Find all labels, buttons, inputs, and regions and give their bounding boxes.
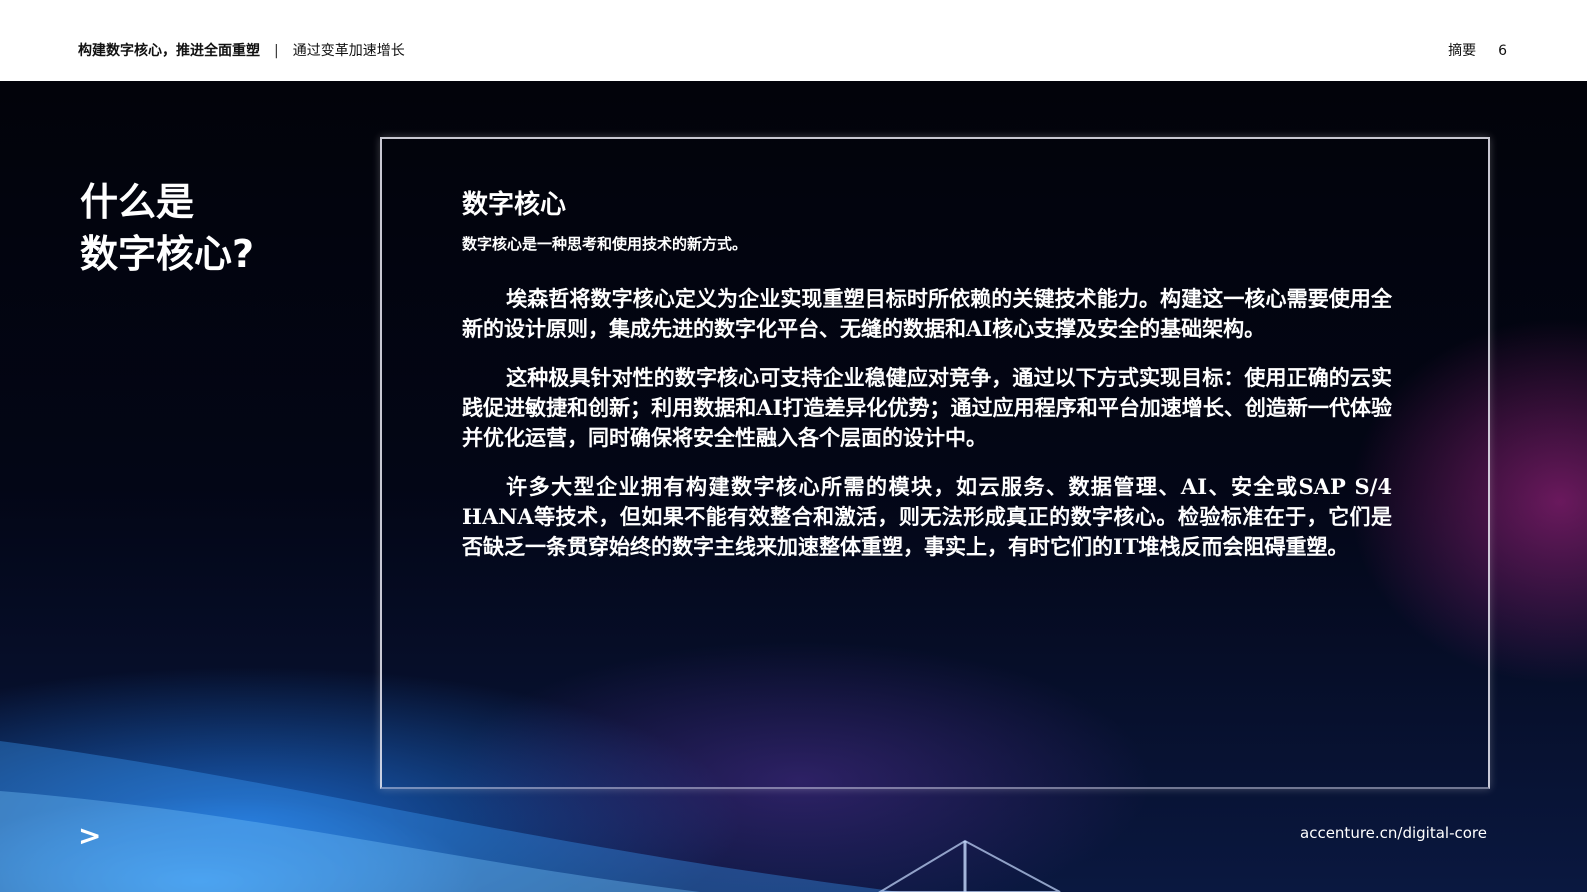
page-title: 什么是 数字核心? (80, 176, 254, 280)
accenture-arrow-icon: > (78, 819, 102, 852)
hero-background: 什么是 数字核心? 数字核心 数字核心是一种思考和使用技术的新方式。 埃森哲将数… (0, 81, 1587, 892)
paragraph: 这种极具针对性的数字核心可支持企业稳健应对竞争，通过以下方式实现目标：使用正确的… (462, 365, 1392, 450)
box-subheading: 数字核心是一种思考和使用技术的新方式。 (462, 235, 748, 253)
title-line-1: 什么是 (80, 180, 195, 224)
header-breadcrumb: 构建数字核心，推进全面重塑 | 通过变革加速增长 (78, 40, 405, 60)
title-line-2: 数字核心? (80, 232, 255, 276)
report-title: 构建数字核心，推进全面重塑 (78, 43, 260, 59)
paragraph: 埃森哲将数字核心定义为企业实现重塑目标时所依赖的关键技术能力。构建这一核心需要使… (462, 286, 1392, 341)
page-header: 构建数字核心，推进全面重塑 | 通过变革加速增长 摘要 6 (0, 0, 1587, 81)
digital-core-link[interactable]: accenture.cn/digital-core (1300, 824, 1487, 842)
paragraph: 许多大型企业拥有构建数字核心所需的模块，如云服务、数据管理、AI、安全或SAP … (462, 474, 1392, 559)
box-heading: 数字核心 (462, 190, 567, 220)
page-number: 6 (1498, 43, 1507, 59)
section-title: 通过变革加速增长 (292, 43, 405, 59)
separator: | (274, 43, 279, 59)
header-page-info: 摘要 6 (1448, 40, 1507, 60)
content-box: 数字核心 数字核心是一种思考和使用技术的新方式。 埃森哲将数字核心定义为企业实现… (462, 184, 1392, 581)
chapter-label: 摘要 (1448, 43, 1477, 59)
